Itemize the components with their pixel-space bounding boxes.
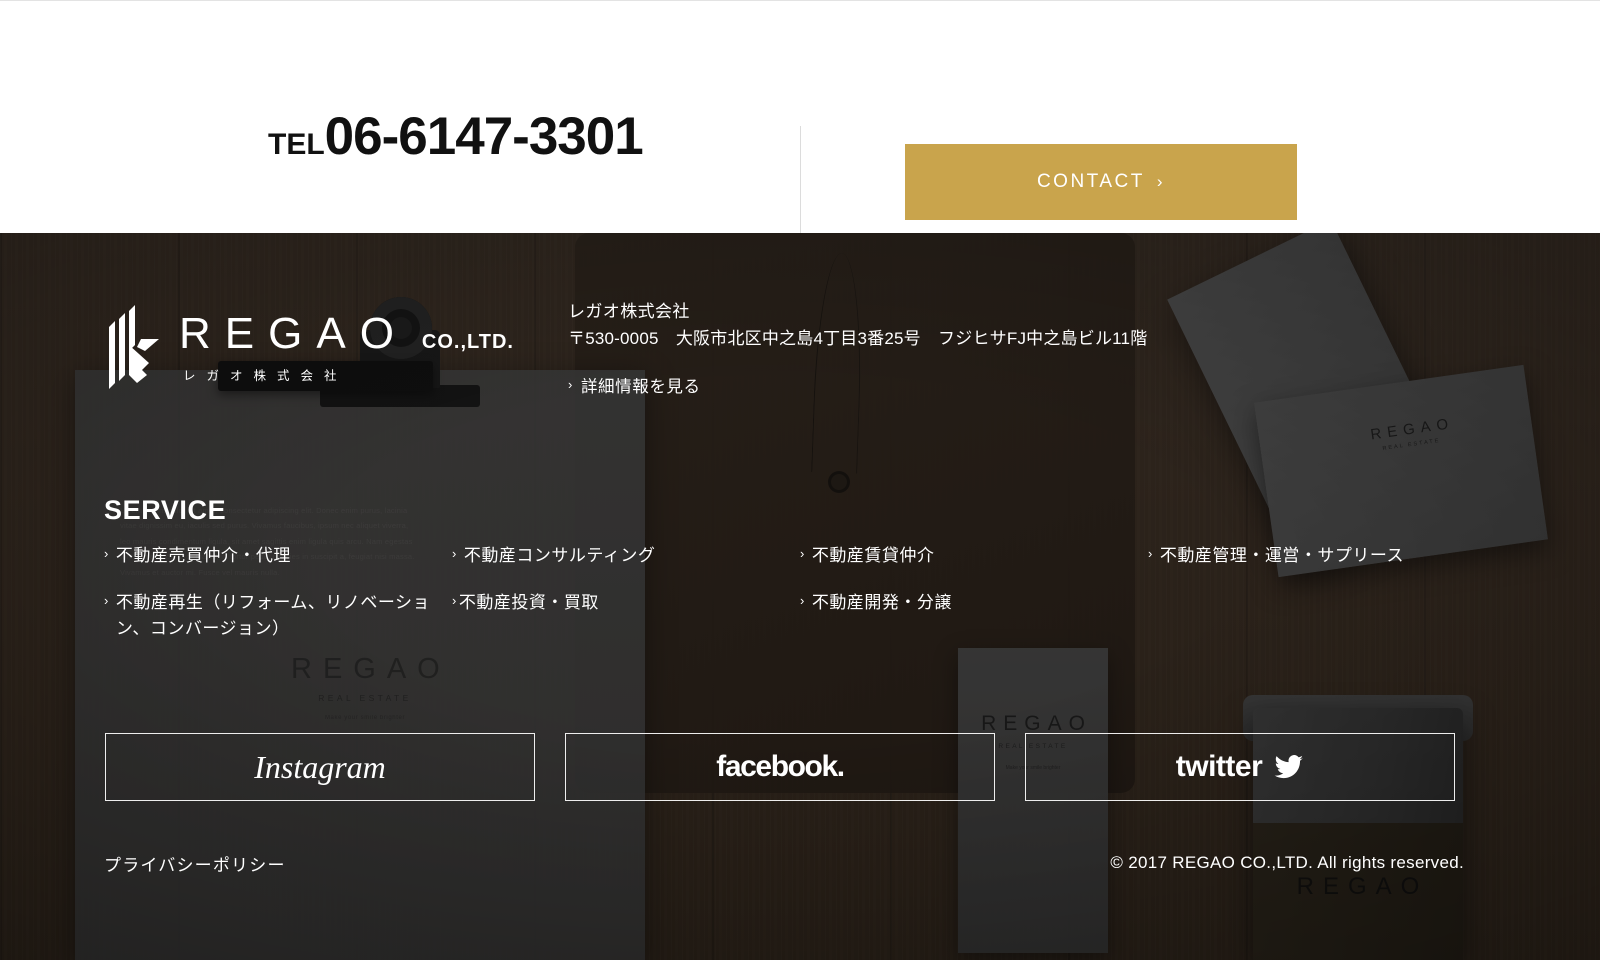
- service-item-kanri-sublease[interactable]: › 不動産管理・運営・サプリース: [1148, 543, 1478, 569]
- contact-button[interactable]: CONTACT ›: [905, 144, 1297, 220]
- service-heading: SERVICE: [104, 495, 227, 525]
- twitter-button[interactable]: twitter: [1025, 733, 1455, 801]
- company-address-block: レガオ株式会社 〒530-0005 大阪市北区中之島4丁目3番25号 フジヒサF…: [568, 299, 1147, 397]
- facebook-icon: facebook.: [716, 750, 845, 783]
- twitter-label: twitter: [1175, 750, 1263, 783]
- instagram-icon: Instagram: [254, 748, 386, 785]
- chevron-right-icon: ›: [568, 377, 573, 393]
- service-column-4: › 不動産管理・運営・サプリース: [1148, 543, 1478, 569]
- privacy-policy-link[interactable]: プライバシーポリシー: [104, 851, 286, 876]
- service-item-kaihatsu-bunjou[interactable]: › 不動産開発・分譲: [800, 590, 1140, 616]
- service-item-label: 不動産コンサルティング: [463, 546, 656, 565]
- brand-suffix: CO.,LTD.: [421, 331, 514, 353]
- service-column-2: › 不動産コンサルティング › 不動産投資・買取: [452, 543, 782, 616]
- service-item-saisei[interactable]: › 不動産再生（リフォーム、リノベーション、コンバージョン）: [104, 590, 444, 642]
- service-item-label: 不動産開発・分譲: [811, 592, 952, 612]
- service-item-consulting[interactable]: › 不動産コンサルティング: [452, 543, 782, 569]
- service-item-label: 不動産投資・買取: [458, 592, 599, 612]
- footer-logo[interactable]: REGAO CO.,LTD. レガオ株式会社: [103, 305, 514, 390]
- chevron-right-icon: ›: [1156, 172, 1166, 191]
- telephone-block[interactable]: TEL 06-6147-3301: [268, 106, 644, 167]
- service-item-label: 不動産管理・運営・サプリース: [1159, 546, 1404, 565]
- service-column-1: › 不動産売買仲介・代理 › 不動産再生（リフォーム、リノベーション、コンバージ…: [104, 543, 444, 641]
- address-detail-link[interactable]: › 詳細情報を見る: [568, 373, 1147, 397]
- service-item-chintai-chukai[interactable]: › 不動産賃貸仲介: [800, 543, 1140, 569]
- instagram-button[interactable]: Instagram: [105, 733, 535, 801]
- chevron-right-icon: ›: [104, 546, 109, 561]
- chevron-right-icon: ›: [104, 592, 109, 608]
- twitter-icon: twitter: [1176, 750, 1305, 784]
- footer-content: REGAO CO.,LTD. レガオ株式会社 レガオ株式会社 〒530-0005…: [0, 233, 1600, 960]
- brand-japanese-name: レガオ株式会社: [183, 369, 348, 383]
- service-item-label: 不動産再生（リフォーム、リノベーション、コンバージョン）: [115, 592, 430, 638]
- twitter-bird-icon: [1274, 755, 1304, 779]
- chevron-right-icon: ›: [452, 546, 457, 561]
- vertical-divider: [800, 126, 801, 239]
- service-item-label: 不動産賃貸仲介: [811, 546, 935, 565]
- contact-button-label: CONTACT: [1036, 171, 1145, 192]
- chevron-right-icon: ›: [800, 592, 805, 608]
- service-column-3: › 不動産賃貸仲介 › 不動産開発・分譲: [800, 543, 1140, 616]
- brand-name: REGAO: [179, 309, 408, 358]
- service-item-label: 不動産売買仲介・代理: [115, 546, 291, 565]
- contact-bar-inner: TEL 06-6147-3301 CONTACT ›: [0, 44, 1600, 239]
- brand-name-row: REGAO CO.,LTD.: [179, 312, 514, 356]
- footer-logo-text: REGAO CO.,LTD. レガオ株式会社: [179, 312, 514, 384]
- tel-label: TEL: [268, 128, 325, 161]
- chevron-right-icon: ›: [800, 546, 805, 561]
- address-company-name: レガオ株式会社: [568, 302, 690, 321]
- regao-logo-mark-icon: [109, 305, 159, 389]
- tel-number: 06-6147-3301: [324, 107, 644, 166]
- contact-bar: TEL 06-6147-3301 CONTACT ›: [0, 0, 1600, 239]
- copyright-text: © 2017 REGAO CO.,LTD. All rights reserve…: [1110, 853, 1464, 872]
- site-footer: Lorem ipsum dolor sit amet, consectetur …: [0, 233, 1600, 960]
- service-item-baibai-chukai[interactable]: › 不動産売買仲介・代理: [104, 543, 444, 569]
- chevron-right-icon: ›: [1148, 546, 1153, 561]
- address-detail-link-label: 詳細情報を見る: [580, 377, 701, 396]
- social-links: Instagram facebook. twitter: [105, 733, 1455, 801]
- facebook-button[interactable]: facebook.: [565, 733, 995, 801]
- chevron-right-icon: ›: [452, 592, 457, 608]
- address-line: 〒530-0005 大阪市北区中之島4丁目3番25号 フジヒサFJ中之島ビル11…: [568, 328, 1148, 348]
- service-item-toushi-kaitori[interactable]: › 不動産投資・買取: [452, 590, 782, 616]
